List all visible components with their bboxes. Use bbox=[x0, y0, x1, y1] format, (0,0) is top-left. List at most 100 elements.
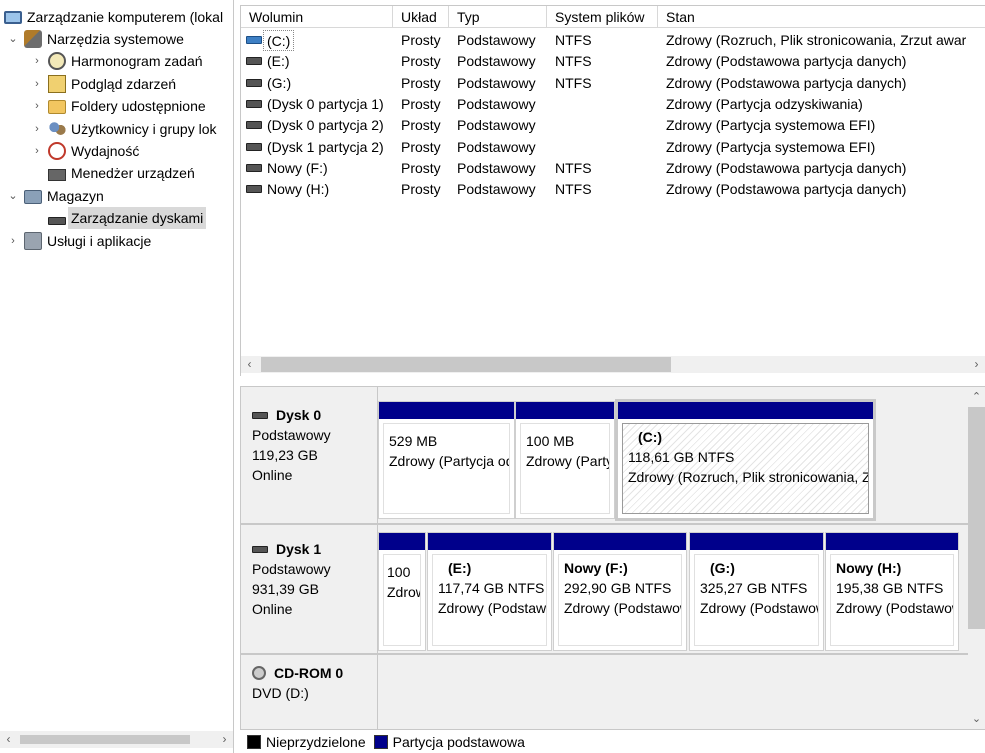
partition-size: 529 MB bbox=[389, 433, 438, 449]
scroll-left-icon[interactable]: ‹ bbox=[241, 356, 258, 373]
volume-cell-status: Zdrowy (Partycja odzyskiwania) bbox=[666, 95, 863, 112]
tree-item-local-users-groups[interactable]: › Użytkownicy i grupy lok bbox=[30, 118, 217, 140]
partition-status: Zdrowy (Podstawowa partycja danych) bbox=[836, 600, 953, 616]
volume-row[interactable]: (Dysk 0 partycja 2) Prosty Podstawowy Zdrow… bbox=[241, 115, 985, 136]
chevron-right-icon[interactable]: › bbox=[6, 230, 20, 252]
partition-e[interactable]: (E:) 117,74 GB NTFS Zdrowy (Podstawowa p… bbox=[427, 532, 552, 651]
partition-disk1-efi[interactable]: 100 Zdrowy bbox=[378, 532, 426, 651]
volume-cell-type: Podstawowy bbox=[457, 95, 536, 112]
tree-item-performance[interactable]: › Wydajność bbox=[30, 140, 139, 162]
navigation-tree: Zarządzanie komputerem (lokal ⌄ Narzędzi… bbox=[0, 0, 234, 753]
volume-row[interactable]: Nowy (H:) Prosty Podstawowy NTFS Zdrowy (Pod… bbox=[241, 179, 985, 200]
partition-name: Nowy (F:) bbox=[564, 560, 628, 576]
volume-row[interactable]: (Dysk 0 partycja 1) Prosty Podstawowy Zdrow… bbox=[241, 94, 985, 115]
partition-f[interactable]: Nowy (F:) 292,90 GB NTFS Zdrowy (Podstaw… bbox=[553, 532, 687, 651]
column-header-layout[interactable]: Układ bbox=[393, 6, 449, 28]
legend-swatch bbox=[373, 734, 388, 749]
event-viewer-icon bbox=[48, 75, 66, 93]
tree-item-label: Zarządzanie komputerem (lokal bbox=[27, 9, 224, 25]
chevron-right-icon[interactable]: › bbox=[30, 118, 44, 140]
volume-cell-layout: Prosty bbox=[401, 159, 441, 176]
disk-view-vertical-scrollbar[interactable]: ⌃ ⌄ bbox=[968, 387, 985, 729]
tree-item-device-manager[interactable]: Menedżer urządzeń bbox=[30, 162, 195, 184]
disk-kind: DVD (D:) bbox=[252, 685, 309, 701]
volume-icon bbox=[246, 142, 262, 151]
partition-efi[interactable]: 100 MB Zdrowy (Partycja systemowa EFI) bbox=[515, 401, 615, 519]
tree-item-event-viewer[interactable]: › Podgląd zdarzeń bbox=[30, 73, 176, 95]
volume-cell-type: Podstawowy bbox=[457, 32, 536, 48]
volume-cell-status: Zdrowy (Podstawowa partycja danych) bbox=[666, 159, 907, 176]
scroll-up-icon[interactable]: ⌃ bbox=[968, 389, 985, 406]
tree-item-services-applications[interactable]: › Usługi i aplikacje bbox=[6, 230, 151, 252]
partition-bar bbox=[428, 533, 551, 550]
tree-horizontal-scrollbar[interactable]: ‹ › bbox=[0, 731, 233, 748]
disk-0-info[interactable]: Dysk 0 Podstawowy 119,23 GB Online bbox=[241, 387, 378, 523]
partition-bar bbox=[554, 533, 686, 550]
scrollbar-thumb[interactable] bbox=[261, 357, 671, 372]
volume-icon bbox=[246, 57, 262, 66]
volume-row[interactable]: (G:) Prosty Podstawowy NTFS Zdrowy (Podstawo… bbox=[241, 73, 985, 94]
disk-title: Dysk 1 bbox=[276, 541, 322, 557]
legend-label: Nieprzydzielone bbox=[266, 733, 366, 750]
chevron-right-icon[interactable]: › bbox=[30, 140, 44, 162]
volume-cell-type: Podstawowy bbox=[457, 181, 536, 198]
legend-swatch bbox=[247, 734, 261, 749]
chevron-right-icon[interactable]: › bbox=[30, 50, 44, 72]
volume-row[interactable]: (Dysk 1 partycja 2) Prosty Podstawowy Zdrow… bbox=[241, 137, 985, 158]
column-header-type[interactable]: Typ bbox=[449, 6, 547, 28]
services-icon bbox=[24, 232, 42, 250]
cdrom-0-info[interactable]: CD-ROM 0 DVD (D:) bbox=[241, 655, 378, 729]
disk-kind: Podstawowy bbox=[252, 427, 331, 443]
disk-1-info[interactable]: Dysk 1 Podstawowy 931,39 GB Online bbox=[241, 525, 378, 653]
scroll-right-icon[interactable]: › bbox=[216, 731, 233, 748]
volume-cell-layout: Prosty bbox=[401, 53, 441, 70]
tree-item-shared-folders[interactable]: › Foldery udostępnione bbox=[30, 95, 206, 117]
tree-item-task-scheduler[interactable]: › Harmonogram zadań bbox=[30, 50, 203, 72]
volume-row[interactable]: Nowy (F:) Prosty Podstawowy NTFS Zdrowy (Pod… bbox=[241, 158, 985, 179]
partition-bar bbox=[690, 533, 823, 550]
chevron-right-icon[interactable]: › bbox=[30, 73, 44, 95]
volume-row[interactable]: (C:) Prosty Podstawowy NTFS Zdrowy (Rozruch,… bbox=[241, 30, 985, 51]
volume-icon bbox=[246, 121, 262, 130]
partition-name: Nowy (H:) bbox=[836, 560, 902, 576]
scroll-down-icon[interactable]: ⌄ bbox=[968, 711, 985, 728]
scrollbar-thumb[interactable] bbox=[968, 407, 985, 629]
column-header-volume[interactable]: Wolumin bbox=[241, 6, 393, 28]
volume-row[interactable]: (E:) Prosty Podstawowy NTFS Zdrowy (Podstawo… bbox=[241, 51, 985, 72]
tree-item-disk-management[interactable]: Zarządzanie dyskami bbox=[30, 207, 207, 229]
partition-c[interactable]: (C:) 118,61 GB NTFS Zdrowy (Rozruch, Pli… bbox=[615, 399, 876, 521]
chevron-down-icon[interactable]: ⌄ bbox=[6, 185, 20, 207]
scrollbar-thumb[interactable] bbox=[20, 735, 190, 744]
tree-item-storage[interactable]: ⌄ Magazyn bbox=[6, 185, 104, 207]
chevron-down-icon[interactable]: ⌄ bbox=[6, 28, 20, 50]
disk-size: 119,23 GB bbox=[252, 447, 318, 463]
tools-icon bbox=[24, 30, 42, 48]
volume-cell-fs: NTFS bbox=[555, 181, 592, 198]
volume-cell-fs: NTFS bbox=[555, 32, 592, 48]
partition-g[interactable]: (G:) 325,27 GB NTFS Zdrowy (Podstawowa p… bbox=[689, 532, 824, 651]
disk-size: 931,39 GB bbox=[252, 581, 319, 597]
disk-title: Dysk 0 bbox=[276, 407, 322, 423]
volume-cell-type: Podstawowy bbox=[457, 53, 536, 70]
volume-cell-status: Zdrowy (Podstawowa partycja danych) bbox=[666, 181, 907, 198]
volume-icon bbox=[246, 78, 262, 87]
tree-item-computer-management[interactable]: Zarządzanie komputerem (lokal bbox=[4, 6, 223, 28]
partition-recovery[interactable]: 529 MB Zdrowy (Partycja odzyskiwania) bbox=[378, 401, 515, 519]
scroll-right-icon[interactable]: › bbox=[968, 356, 985, 373]
column-header-status[interactable]: Stan bbox=[658, 6, 985, 28]
tree-item-system-tools[interactable]: ⌄ Narzędzia systemowe bbox=[6, 28, 184, 50]
column-header-file-system[interactable]: System plików bbox=[547, 6, 658, 28]
volume-cell-status: Zdrowy (Partycja systemowa EFI) bbox=[666, 138, 876, 155]
tree-item-label: Menedżer urządzeń bbox=[71, 165, 195, 181]
volume-cell-layout: Prosty bbox=[401, 74, 441, 91]
chevron-right-icon[interactable]: › bbox=[30, 95, 44, 117]
volume-cell-name: (Dysk 0 partycja 2) bbox=[267, 117, 384, 134]
partition-h[interactable]: Nowy (H:) 195,38 GB NTFS Zdrowy (Podstaw… bbox=[825, 532, 959, 651]
volume-list-horizontal-scrollbar[interactable]: ‹ › bbox=[241, 356, 985, 373]
disk-state: Online bbox=[252, 601, 293, 617]
scroll-left-icon[interactable]: ‹ bbox=[0, 731, 17, 748]
volume-icon bbox=[246, 163, 262, 172]
volume-cell-type: Podstawowy bbox=[457, 74, 536, 91]
tree-item-label: Magazyn bbox=[47, 188, 104, 204]
volume-cell-layout: Prosty bbox=[401, 138, 441, 155]
